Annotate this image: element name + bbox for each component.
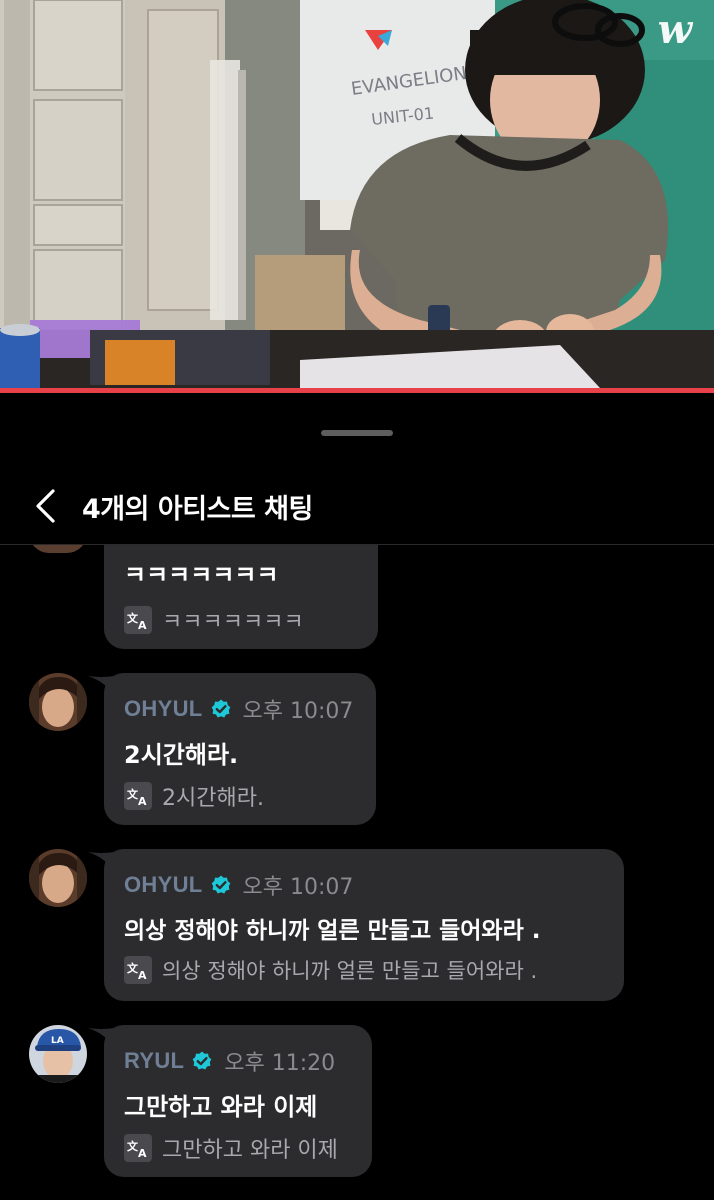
message-text: ㅋㅋㅋㅋㅋㅋㅋ [124,561,279,589]
back-button[interactable] [24,485,66,527]
message-list[interactable]: ㅋㅋㅋㅋㅋㅋㅋ 文 A ㅋㅋㅋㅋㅋㅋㅋ OHYUL 오후 10:07 2시간해라… [0,545,714,1200]
message-time: 오후 10:07 [242,875,354,900]
verified-badge-icon [211,875,230,894]
message-time: 오후 10:07 [242,699,354,724]
avatar[interactable] [29,673,87,731]
message-bubble[interactable]: RYUL 오후 11:20 그만하고 와라 이제 文 A 그만하고 와라 이제 [104,1025,372,1177]
translate-icon[interactable]: 文 A [124,782,152,810]
video-player[interactable]: EVANGELION UNIT-01 w [0,0,714,388]
message-bubble[interactable]: OHYUL 오후 10:07 의상 정해야 하니까 얼른 만들고 들어와라 . … [104,849,624,1001]
message-bubble[interactable]: ㅋㅋㅋㅋㅋㅋㅋ 文 A ㅋㅋㅋㅋㅋㅋㅋ [104,545,378,649]
svg-text:A: A [138,969,147,980]
verified-badge-icon [211,699,230,718]
sender-name[interactable]: RYUL [124,1048,184,1074]
page-title: 4개의 아티스트 채팅 [82,494,313,525]
verified-badge-icon [192,1051,212,1070]
message-text: 2시간해라. [124,741,239,769]
chat-header: 4개의 아티스트 채팅 [0,473,714,543]
sender-name[interactable]: OHYUL [124,696,203,722]
avatar[interactable] [29,545,87,553]
translation-text: ㅋㅋㅋㅋㅋㅋㅋ [162,610,304,635]
video-frame: EVANGELION UNIT-01 [0,0,714,388]
message-time: 오후 11:20 [224,1051,336,1076]
message-bubble[interactable]: OHYUL 오후 10:07 2시간해라. 文 A 2시간해라. [104,673,376,825]
translation-text: 의상 정해야 하니까 얼른 만들고 들어와라 . [162,959,538,983]
message-text: 의상 정해야 하니까 얼른 만들고 들어와라 . [124,918,541,944]
svg-text:A: A [138,619,147,630]
chevron-left-icon [36,489,55,523]
translation-text: 그만하고 와라 이제 [162,1138,338,1163]
svg-text:A: A [138,795,147,806]
translate-icon[interactable]: 文 A [124,1134,152,1162]
avatar[interactable] [29,849,87,907]
translation-text: 2시간해라. [162,786,264,811]
svg-text:LA: LA [51,1036,64,1046]
svg-text:A: A [138,1147,147,1158]
sender-name[interactable]: OHYUL [124,872,203,898]
message-text: 그만하고 와라 이제 [124,1093,318,1121]
sheet-drag-handle[interactable] [321,430,393,436]
chat-sheet: 4개의 아티스트 채팅 ㅋㅋㅋㅋㅋㅋㅋ 文 A ㅋㅋㅋㅋㅋㅋㅋ OHYUL 오후… [0,393,714,1200]
translate-icon[interactable]: 文 A [124,606,152,634]
translate-icon[interactable]: 文 A [124,956,152,984]
avatar[interactable]: LA [29,1025,87,1083]
weverse-logo: w [657,6,692,53]
